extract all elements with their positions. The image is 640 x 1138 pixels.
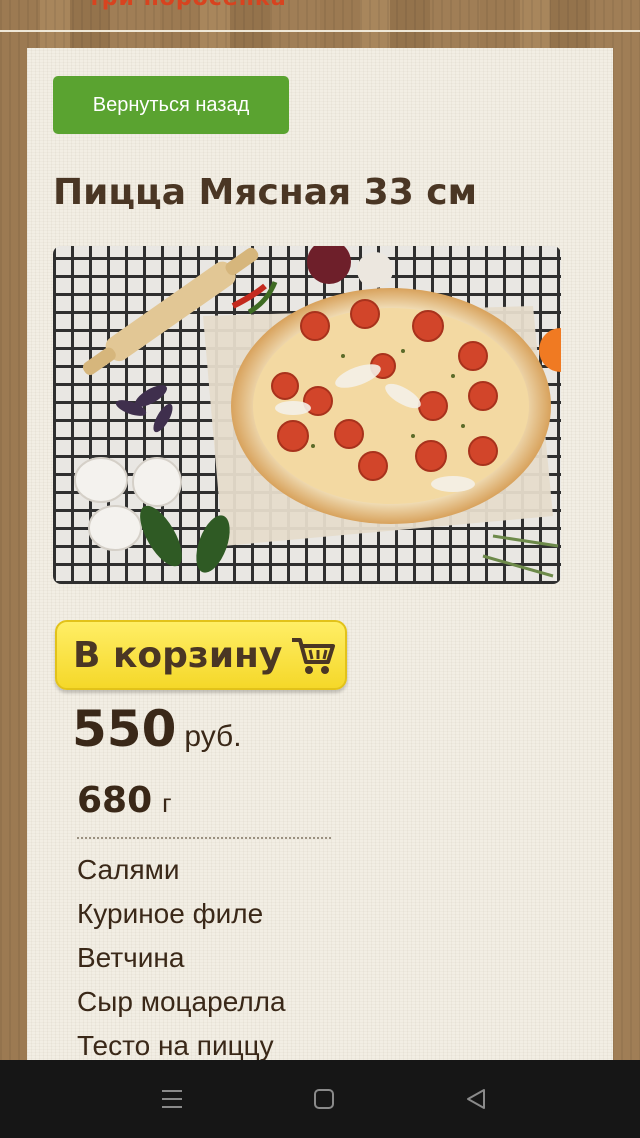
price-currency: руб.: [184, 720, 242, 753]
weight-value: 680: [77, 780, 153, 821]
price: 550 руб.: [72, 700, 242, 758]
ingredient-item: Салями: [77, 854, 180, 885]
product-card: Вернуться назад Пицца Мясная 33 см В кор…: [27, 48, 613, 1068]
site-logo[interactable]: три поросёнка: [88, 0, 287, 11]
ingredient-item: Ветчина: [77, 942, 185, 973]
add-to-cart-button[interactable]: В корзину: [55, 620, 347, 690]
android-navigation-bar: [0, 1060, 640, 1138]
back-button[interactable]: Вернуться назад: [53, 76, 289, 134]
ingredient-item: Сыр моцарелла: [77, 986, 286, 1017]
back-triangle-icon[interactable]: [458, 1082, 494, 1116]
menu-icon[interactable]: [154, 1082, 190, 1116]
dotted-divider: [77, 837, 331, 839]
site-header: три поросёнка: [0, 0, 640, 32]
weight-unit: г: [162, 788, 172, 818]
add-to-cart-label: В корзину: [73, 634, 283, 676]
product-title: Пицца Мясная 33 см: [53, 172, 478, 213]
product-image: [53, 246, 561, 584]
ingredient-item: Куриное филе: [77, 898, 264, 929]
ingredients-list: Салями Куриное филе Ветчина Сыр моцарелл…: [77, 848, 286, 1068]
shopping-cart-icon: [290, 634, 336, 676]
weight: 680 г: [77, 780, 172, 821]
price-value: 550: [72, 700, 177, 758]
home-square-icon[interactable]: [306, 1082, 342, 1116]
